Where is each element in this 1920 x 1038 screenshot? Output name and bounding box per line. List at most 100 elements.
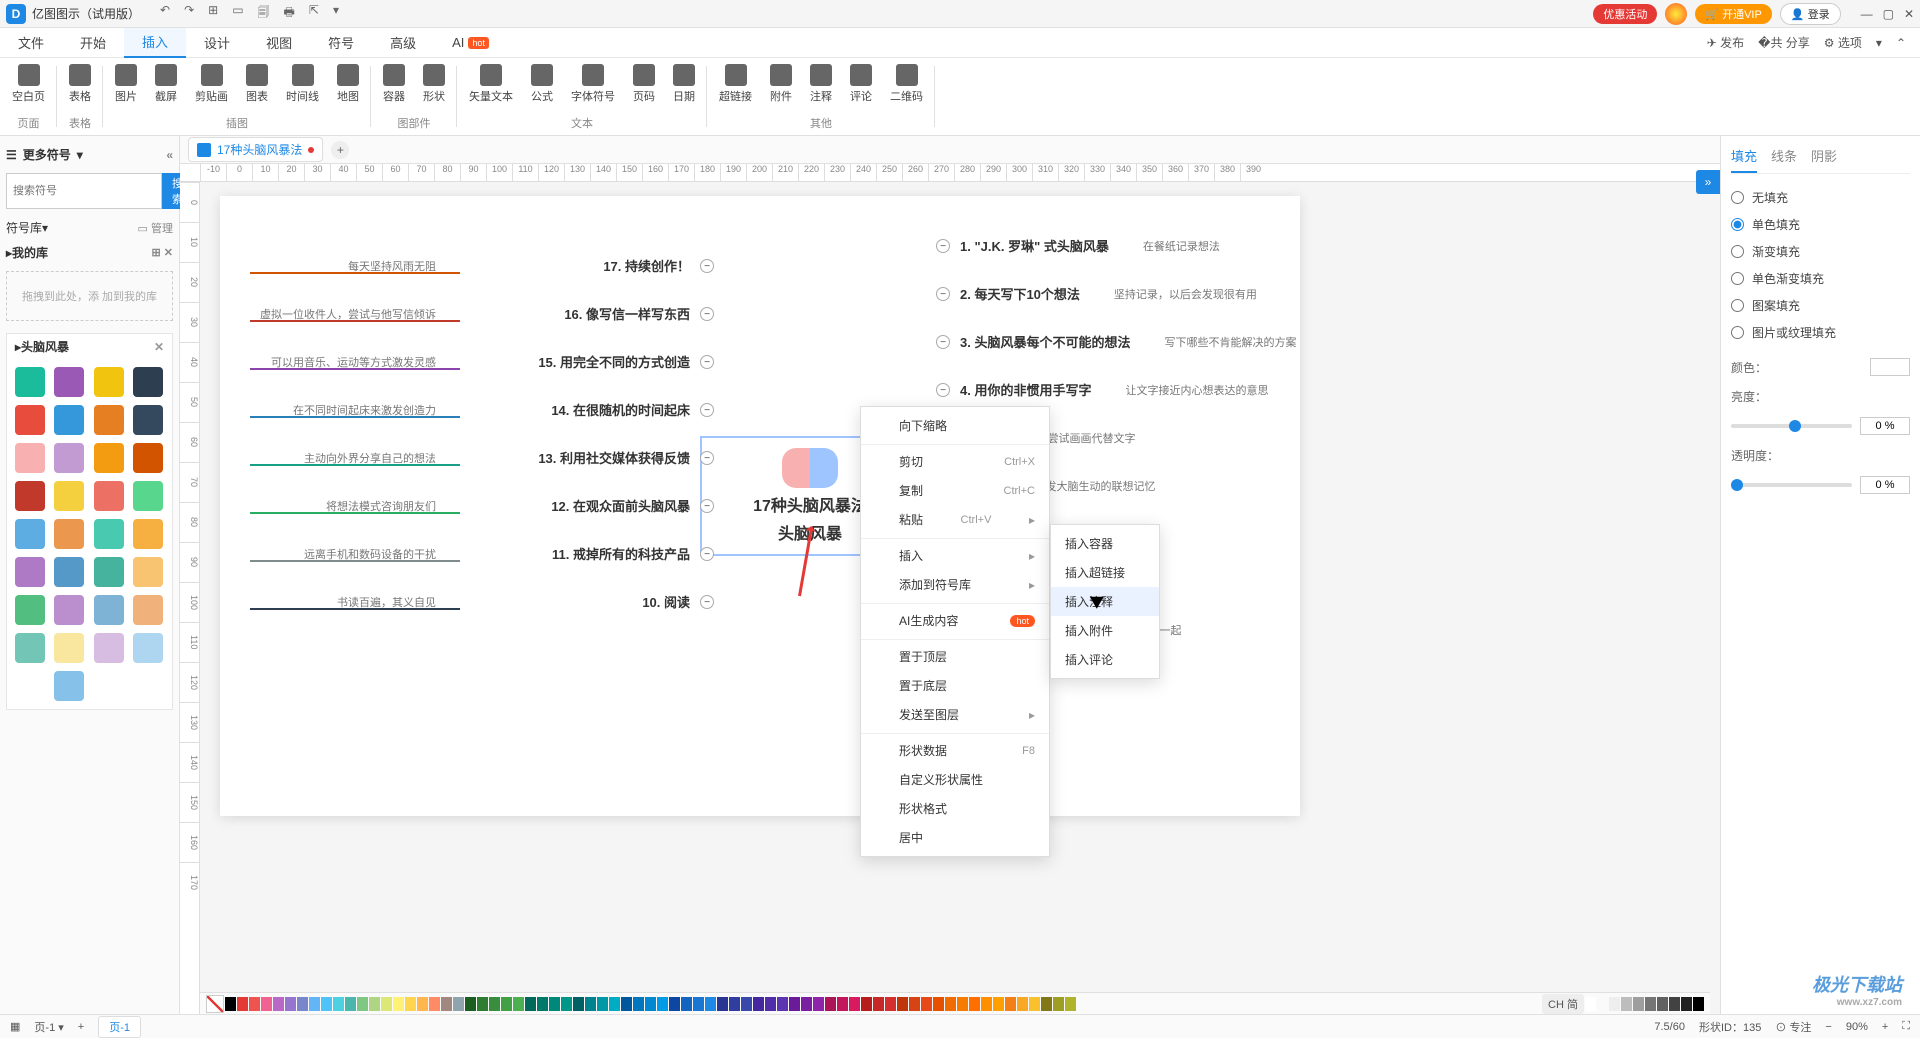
fill-option[interactable]: 无填充: [1731, 184, 1910, 211]
symbol-item[interactable]: [54, 519, 84, 549]
ctx-item[interactable]: AI生成内容hot: [861, 603, 1049, 635]
gray-swatch[interactable]: [1633, 997, 1644, 1011]
symbol-item[interactable]: [94, 557, 124, 587]
ctx-item[interactable]: 发送至图层▸: [861, 700, 1049, 729]
ribbon-tool[interactable]: 形状: [417, 62, 451, 113]
menu-symbol[interactable]: 符号: [310, 28, 372, 58]
brightness-value[interactable]: [1860, 417, 1910, 435]
color-swatch[interactable]: [321, 997, 332, 1011]
color-swatch[interactable]: [777, 997, 788, 1011]
color-swatch[interactable]: [381, 997, 392, 1011]
color-swatch[interactable]: [885, 997, 896, 1011]
color-swatch[interactable]: [561, 997, 572, 1011]
color-swatch[interactable]: [465, 997, 476, 1011]
color-swatch[interactable]: [657, 997, 668, 1011]
gray-swatch[interactable]: [1621, 997, 1632, 1011]
page-tab[interactable]: 页-1: [98, 1016, 141, 1038]
color-swatch[interactable]: [813, 997, 824, 1011]
mind-branch-left[interactable]: 11. 戒掉所有的科技产品−远离手机和数码设备的干扰: [470, 544, 690, 563]
color-swatch[interactable]: [225, 997, 236, 1011]
zoom-in[interactable]: +: [1882, 1021, 1888, 1033]
color-swatch[interactable]: [453, 997, 464, 1011]
menu-ai[interactable]: AIhot: [434, 28, 507, 58]
opacity-value[interactable]: [1860, 476, 1910, 494]
ribbon-tool[interactable]: 字体符号: [565, 62, 621, 113]
color-swatch[interactable]: [513, 997, 524, 1011]
more-symbols-header[interactable]: ☰更多符号▾ «: [6, 142, 173, 167]
color-swatch[interactable]: [693, 997, 704, 1011]
symbol-item[interactable]: [94, 633, 124, 663]
color-swatch[interactable]: [717, 997, 728, 1011]
zoom-out[interactable]: −: [1825, 1021, 1831, 1033]
redo-icon[interactable]: ↷: [184, 3, 194, 24]
color-swatch[interactable]: [1053, 997, 1064, 1011]
fill-option[interactable]: 图案填充: [1731, 292, 1910, 319]
ribbon-tool[interactable]: 剪贴画: [189, 62, 234, 113]
color-swatch[interactable]: [369, 997, 380, 1011]
color-swatch[interactable]: [297, 997, 308, 1011]
color-swatch[interactable]: [633, 997, 644, 1011]
mind-branch-right[interactable]: −3. 头脑风暴每个不可能的想法写下哪些不肯能解决的方案: [960, 332, 1130, 351]
dropdown-icon[interactable]: ▾: [1876, 36, 1882, 50]
color-swatch[interactable]: [753, 997, 764, 1011]
color-swatch[interactable]: [681, 997, 692, 1011]
color-swatch[interactable]: [597, 997, 608, 1011]
gray-swatch[interactable]: [1681, 997, 1692, 1011]
color-swatch[interactable]: [273, 997, 284, 1011]
collapse-node-icon[interactable]: −: [700, 307, 714, 321]
print-icon[interactable]: 🖶: [284, 3, 295, 24]
ribbon-tool[interactable]: 超链接: [713, 62, 758, 113]
mind-branch-left[interactable]: 12. 在观众面前头脑风暴−将想法模式咨询朋友们: [470, 496, 690, 515]
color-swatch[interactable]: [897, 997, 908, 1011]
symbol-item[interactable]: [15, 443, 45, 473]
color-swatch[interactable]: [645, 997, 656, 1011]
ctx-subitem[interactable]: 插入附件: [1051, 616, 1159, 645]
tab-fill[interactable]: 填充: [1731, 146, 1757, 173]
mind-branch-left[interactable]: 10. 阅读−书读百遍，其义自见: [470, 592, 690, 611]
symbol-item[interactable]: [54, 557, 84, 587]
collapse-node-icon[interactable]: −: [700, 451, 714, 465]
tab-line[interactable]: 线条: [1771, 146, 1797, 173]
add-tab-button[interactable]: +: [331, 141, 349, 159]
color-swatch[interactable]: [1005, 997, 1016, 1011]
color-swatch[interactable]: [969, 997, 980, 1011]
symbol-item[interactable]: [94, 481, 124, 511]
color-swatch[interactable]: [825, 997, 836, 1011]
new-icon[interactable]: ⊞: [208, 3, 218, 24]
symbol-lib-row[interactable]: 符号库▾ ▭ 管理: [6, 215, 173, 240]
ribbon-tool[interactable]: 注释: [804, 62, 838, 113]
fill-option[interactable]: 单色填充: [1731, 211, 1910, 238]
color-swatch[interactable]: [933, 997, 944, 1011]
gray-swatch[interactable]: [1669, 997, 1680, 1011]
gray-swatch[interactable]: [1693, 997, 1704, 1011]
symbol-item[interactable]: [54, 443, 84, 473]
close-icon[interactable]: ✕: [1904, 7, 1914, 21]
color-swatch[interactable]: [861, 997, 872, 1011]
color-swatch[interactable]: [333, 997, 344, 1011]
ribbon-tool[interactable]: 空白页: [6, 62, 51, 113]
menu-view[interactable]: 视图: [248, 28, 310, 58]
color-swatch[interactable]: [669, 997, 680, 1011]
color-swatch[interactable]: [609, 997, 620, 1011]
ribbon-tool[interactable]: 时间线: [280, 62, 325, 113]
fill-option[interactable]: 单色渐变填充: [1731, 265, 1910, 292]
ribbon-tool[interactable]: 截屏: [149, 62, 183, 113]
opacity-slider[interactable]: [1731, 483, 1852, 487]
collapse-node-icon[interactable]: −: [936, 335, 950, 349]
ctx-item[interactable]: 居中: [861, 823, 1049, 852]
symbol-item[interactable]: [54, 367, 84, 397]
color-swatch[interactable]: [801, 997, 812, 1011]
color-swatch[interactable]: [981, 997, 992, 1011]
collapse-node-icon[interactable]: −: [700, 595, 714, 609]
symbol-item[interactable]: [15, 595, 45, 625]
symbol-item[interactable]: [133, 557, 163, 587]
maximize-icon[interactable]: ▢: [1883, 7, 1894, 21]
ctx-item[interactable]: 粘贴Ctrl+V▸: [861, 505, 1049, 534]
pages-icon[interactable]: ▦: [10, 1020, 20, 1033]
symbol-item[interactable]: [54, 633, 84, 663]
save-icon[interactable]: 🗐: [258, 3, 270, 24]
color-swatch[interactable]: [285, 997, 296, 1011]
undo-icon[interactable]: ↶: [160, 3, 170, 24]
symbol-item[interactable]: [133, 519, 163, 549]
ctx-item[interactable]: 置于底层: [861, 671, 1049, 700]
